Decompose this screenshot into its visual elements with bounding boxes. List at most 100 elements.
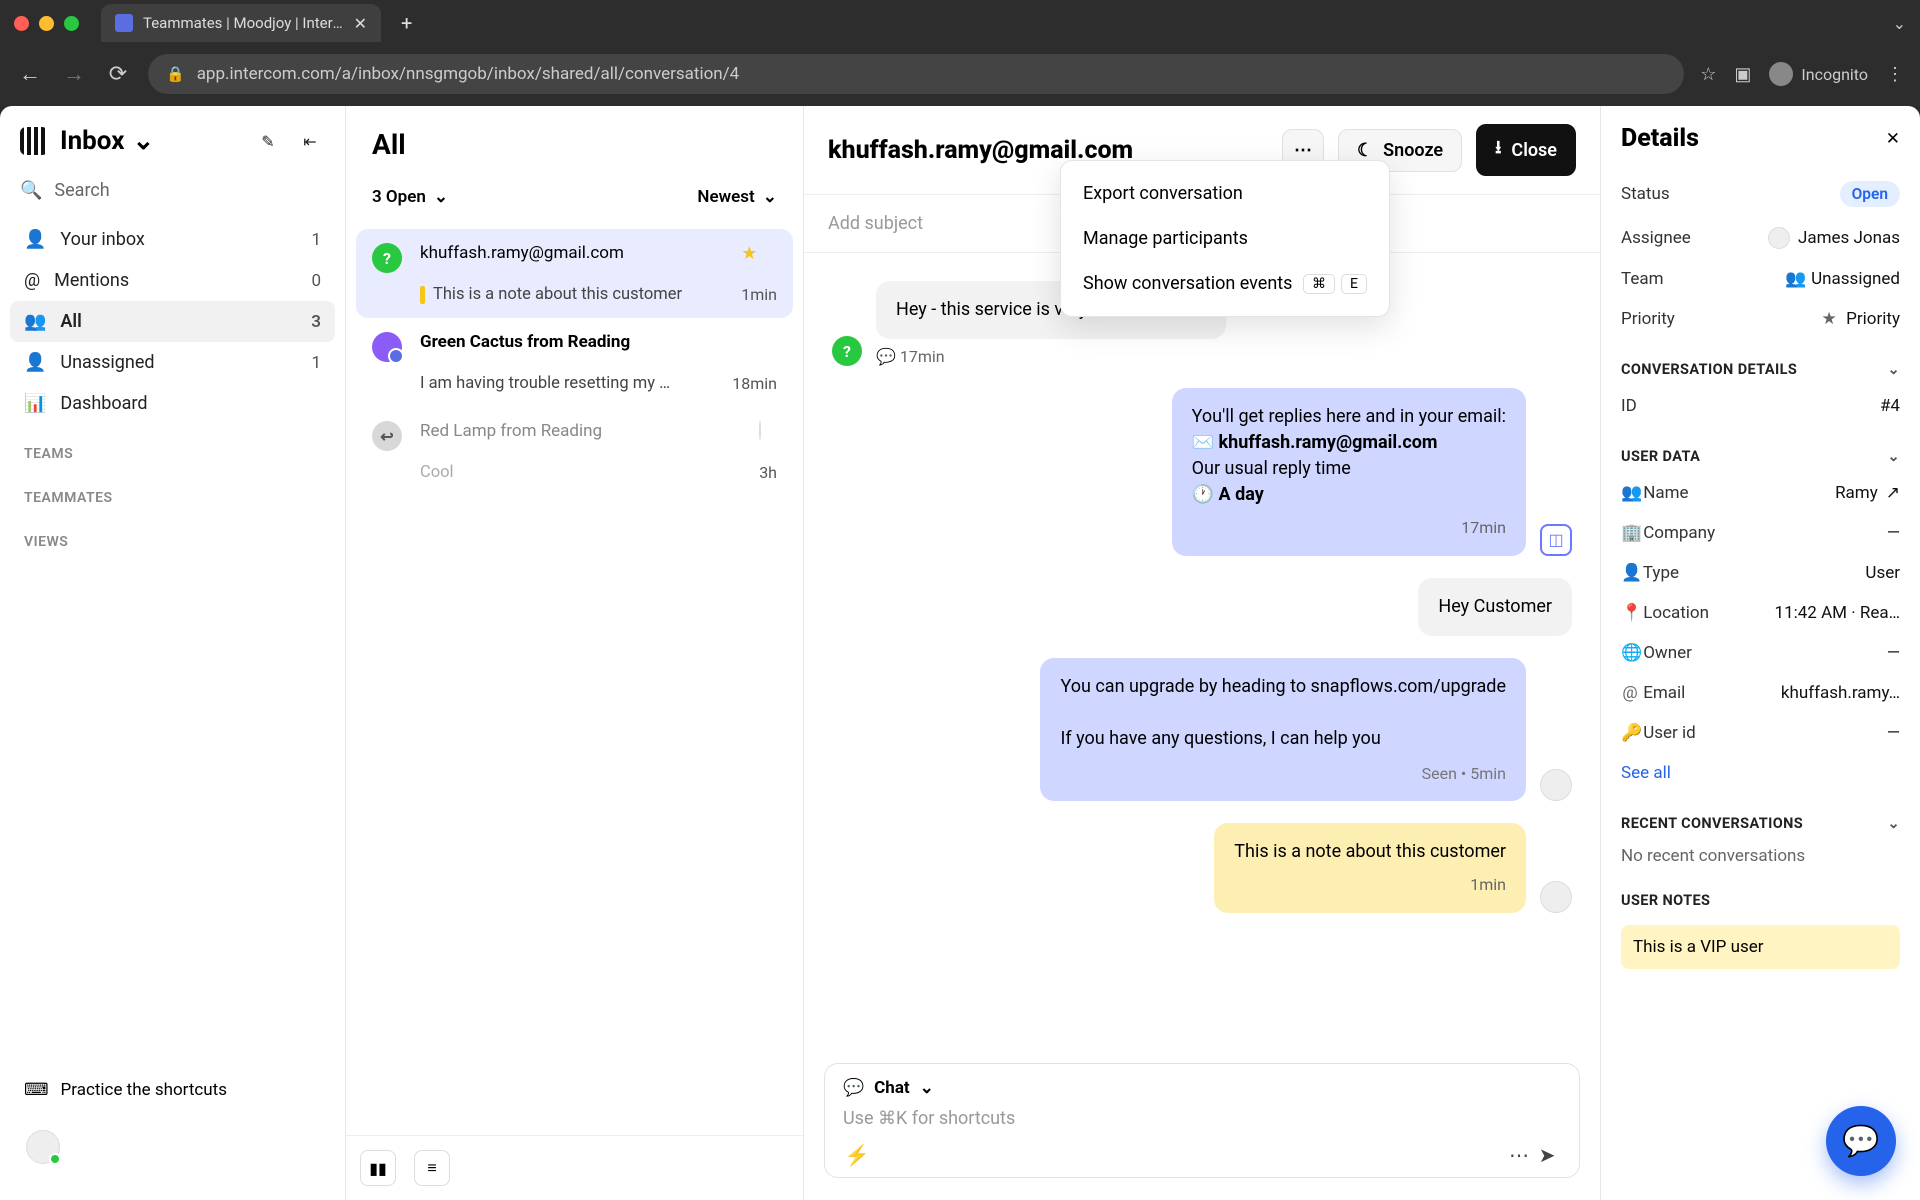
team-value[interactable]: 👥Unassigned: [1785, 269, 1900, 289]
id-label: ID: [1621, 396, 1637, 416]
message-text: You'll get replies here and in your emai…: [1192, 404, 1506, 430]
messenger-launcher[interactable]: 💬: [1826, 1106, 1896, 1176]
close-window-icon[interactable]: [14, 16, 29, 31]
collapse-sidebar-icon[interactable]: ⇤: [295, 126, 325, 156]
message-time: 17min: [1192, 516, 1506, 539]
reload-button[interactable]: ⟳: [104, 62, 132, 87]
conversation-title: Green Cactus from Reading: [420, 332, 720, 352]
forward-button[interactable]: →: [60, 61, 88, 87]
user-name-value[interactable]: Ramy ↗: [1835, 483, 1900, 503]
new-tab-button[interactable]: +: [395, 11, 418, 35]
practice-shortcuts-link[interactable]: ⌨ Practice the shortcuts: [10, 1066, 335, 1114]
sidebar-item-all[interactable]: 👥All3: [10, 301, 335, 342]
user-id-value[interactable]: —: [1887, 723, 1900, 743]
conversation-extra: ★: [741, 243, 777, 264]
priority-value[interactable]: ★Priority: [1820, 309, 1900, 329]
maximize-window-icon[interactable]: [64, 16, 79, 31]
chevron-down-icon[interactable]: ⌄: [1887, 361, 1900, 378]
chevron-down-icon[interactable]: ⌄: [1887, 448, 1900, 465]
address-bar: ← → ⟳ 🔒 app.intercom.com/a/inbox/nnsgmgo…: [0, 46, 1920, 102]
conversation-item[interactable]: Green Cactus from Reading I am having tr…: [356, 318, 793, 407]
conversation-pane: khuffash.ramy@gmail.com ⋯ ☾ Snooze ⭳ Clo…: [804, 106, 1600, 1200]
priority-label: Priority: [1621, 309, 1675, 329]
external-link-icon[interactable]: ↗: [1886, 483, 1900, 503]
conversation-title: Red Lamp from Reading: [420, 421, 747, 441]
sidebar-item-dashboard[interactable]: 📊Dashboard: [10, 383, 335, 424]
favicon-icon: [115, 14, 133, 32]
app-root: Inbox ⌄ ✎ ⇤ 🔍 Search 👤Your inbox1@Mentio…: [0, 106, 1920, 1200]
user-company-value[interactable]: —: [1887, 523, 1900, 543]
intercom-logo-icon[interactable]: [20, 127, 48, 155]
current-user-avatar[interactable]: [26, 1130, 60, 1164]
compose-icon[interactable]: ✎: [253, 126, 283, 156]
moon-icon: ☾: [1357, 140, 1373, 161]
layout-toggle-a[interactable]: ▮▮: [360, 1150, 396, 1186]
messenger-icon: 💬: [1842, 1124, 1879, 1159]
sort-control[interactable]: Newest ⌄: [697, 187, 777, 207]
inbox-switcher[interactable]: Inbox ⌄: [60, 126, 154, 156]
sidebar-section-teammates[interactable]: TEAMMATES: [10, 468, 335, 512]
browser-chrome: Teammates | Moodjoy | Interco ✕ + ⌄ ← → …: [0, 0, 1920, 106]
section-recent-conversations: RECENT CONVERSATIONS: [1621, 815, 1803, 832]
conversation-extra: [759, 421, 777, 440]
section-user-data: USER DATA: [1621, 448, 1700, 465]
globe-icon: 🌐: [1621, 643, 1639, 663]
user-type-label: 👤 Type: [1621, 563, 1679, 583]
back-button[interactable]: ←: [16, 61, 44, 87]
sidebar-item-unassigned[interactable]: 👤Unassigned1: [10, 342, 335, 383]
profile-incognito[interactable]: Incognito: [1769, 62, 1868, 86]
browser-tab[interactable]: Teammates | Moodjoy | Interco ✕: [101, 4, 381, 42]
note-indicator-icon: [420, 286, 425, 304]
lightning-icon[interactable]: ⚡: [843, 1143, 871, 1167]
conversation-item[interactable]: ↩ Red Lamp from Reading Cool 3h: [356, 407, 793, 496]
minimize-window-icon[interactable]: [39, 16, 54, 31]
bookmark-icon[interactable]: ☆: [1700, 64, 1716, 85]
user-email-label: @ Email: [1621, 683, 1685, 703]
user-owner-value[interactable]: —: [1887, 643, 1900, 663]
nav-label: Mentions: [54, 270, 129, 291]
tabs-menu-icon[interactable]: ⌄: [1893, 14, 1906, 33]
sidebar-item-mentions[interactable]: @Mentions0: [10, 260, 335, 301]
open-filter[interactable]: 3 Open ⌄: [372, 187, 448, 207]
user-type-value[interactable]: User: [1865, 563, 1900, 583]
list-title: All: [346, 106, 803, 169]
person-icon: 👤: [1621, 563, 1639, 583]
sidebar-item-your-inbox[interactable]: 👤Your inbox1: [10, 219, 335, 260]
nav-count: 3: [311, 312, 321, 332]
chevron-down-icon: ⌄: [920, 1078, 934, 1098]
sidebar-section-teams[interactable]: TEAMS: [10, 424, 335, 468]
kebab-menu-icon[interactable]: ⋮: [1886, 64, 1904, 85]
tab-close-icon[interactable]: ✕: [354, 14, 367, 33]
status-badge[interactable]: Open: [1840, 181, 1900, 207]
layout-toggle-b[interactable]: ≡: [414, 1150, 450, 1186]
url-text: app.intercom.com/a/inbox/nnsgmgob/inbox/…: [197, 64, 740, 84]
url-field[interactable]: 🔒 app.intercom.com/a/inbox/nnsgmgob/inbo…: [148, 54, 1684, 94]
chat-icon: 💬: [843, 1078, 864, 1098]
see-all-link[interactable]: See all: [1621, 753, 1900, 793]
search-icon: 🔍: [20, 180, 42, 201]
close-details-icon[interactable]: ✕: [1886, 129, 1900, 149]
conversation-item[interactable]: ? khuffash.ramy@gmail.com ★ This is a no…: [356, 229, 793, 318]
assignee-value[interactable]: James Jonas: [1768, 227, 1900, 249]
composer-input[interactable]: Use ⌘K for shortcuts: [843, 1108, 1561, 1129]
user-email-value[interactable]: khuffash.ramy…: [1781, 683, 1900, 703]
details-panel: Details ✕ StatusOpen AssigneeJames Jonas…: [1600, 106, 1920, 1200]
chevron-down-icon[interactable]: ⌄: [1887, 815, 1900, 832]
composer-mode-switch[interactable]: 💬 Chat ⌄: [843, 1078, 1561, 1098]
nav-icon: 📊: [24, 393, 46, 414]
more-icon[interactable]: ⋯: [1505, 1143, 1533, 1167]
user-location-value[interactable]: 11:42 AM · Rea…: [1775, 603, 1900, 623]
user-note[interactable]: This is a VIP user: [1621, 925, 1900, 969]
send-icon[interactable]: ➤: [1533, 1143, 1561, 1167]
menu-show-events[interactable]: Show conversation events ⌘E: [1061, 261, 1389, 306]
people-icon: 👥: [1621, 483, 1639, 503]
list-footer: ▮▮ ≡: [346, 1135, 803, 1200]
search-button[interactable]: 🔍 Search: [20, 180, 325, 201]
close-button[interactable]: ⭳ Close: [1476, 124, 1576, 176]
menu-manage-participants[interactable]: Manage participants: [1061, 216, 1389, 261]
sidebar-section-views[interactable]: VIEWS: [10, 512, 335, 556]
menu-export-conversation[interactable]: Export conversation: [1061, 171, 1389, 216]
panel-icon[interactable]: ▣: [1734, 64, 1751, 85]
conversation-badge-icon: ↩: [372, 421, 402, 451]
nav-count: 1: [311, 230, 321, 250]
